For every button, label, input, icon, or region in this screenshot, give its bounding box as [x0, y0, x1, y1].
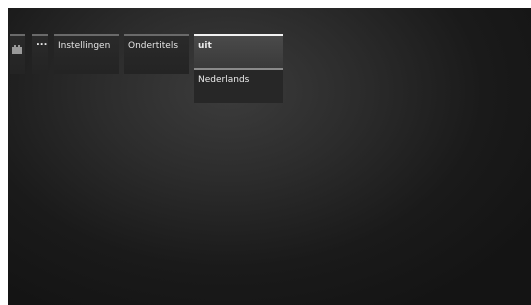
settings-tile[interactable]: Instellingen [54, 34, 119, 74]
subtitles-tile[interactable]: Ondertitels [124, 34, 189, 74]
option-label: Nederlands [198, 75, 250, 85]
tv-menu-screen: ... Instellingen Ondertitels uit Nederla… [8, 8, 531, 305]
film-icon [12, 45, 22, 54]
option-label: uit [198, 41, 212, 51]
more-options-tile[interactable]: ... [32, 34, 48, 74]
subtitle-option-dutch[interactable]: Nederlands [194, 68, 283, 103]
video-menu-tile[interactable] [10, 34, 25, 74]
settings-label: Instellingen [58, 41, 111, 51]
more-options-label: ... [36, 37, 48, 48]
subtitle-language-dropdown: uit Nederlands [194, 34, 283, 103]
subtitles-label: Ondertitels [128, 41, 179, 51]
subtitle-option-off[interactable]: uit [194, 34, 283, 68]
